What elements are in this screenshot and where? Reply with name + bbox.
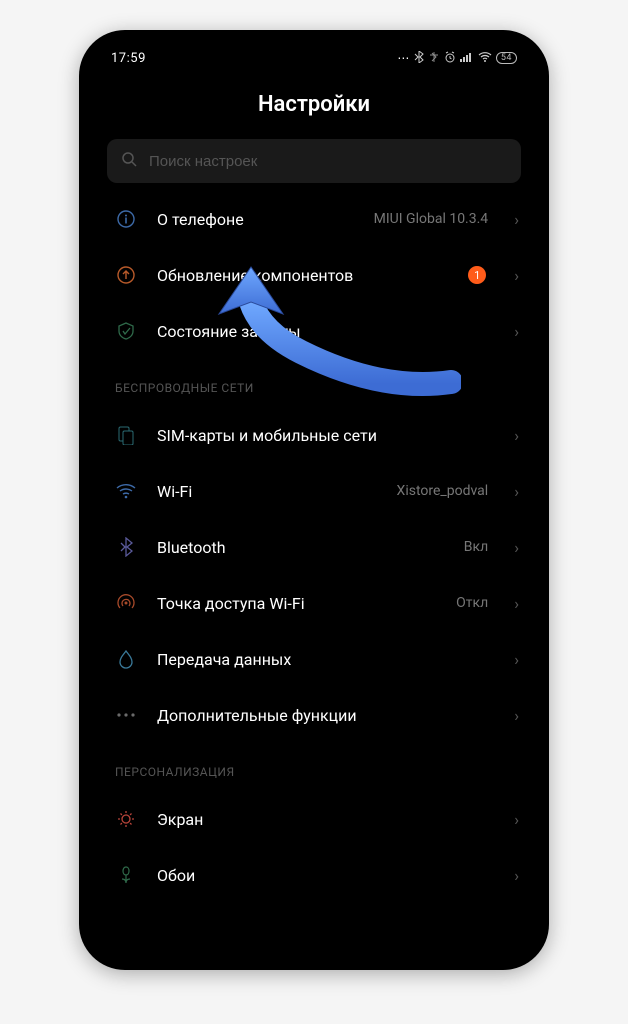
row-value: Xistore_podval [397,483,489,499]
more-icon: ⋯ [397,51,410,65]
row-label: SIM-карты и мобильные сети [157,426,494,445]
more-horizontal-icon [115,704,137,726]
row-label: Обновление компонентов [157,266,448,285]
row-label: Экран [157,810,494,829]
chevron-right-icon: › [514,810,519,829]
row-bluetooth[interactable]: Bluetooth Вкл › [91,519,537,575]
chevron-right-icon: › [514,426,519,445]
chevron-right-icon: › [514,266,519,285]
section-header-personalization: ПЕРСОНАЛИЗАЦИЯ [91,743,537,791]
row-display[interactable]: Экран › [91,791,537,847]
update-icon [115,264,137,286]
chevron-right-icon: › [514,210,519,229]
row-label: Точка доступа Wi-Fi [157,594,436,613]
row-hotspot[interactable]: Точка доступа Wi-Fi Откл › [91,575,537,631]
signal-icon [460,51,474,65]
hotspot-icon [115,592,137,614]
update-badge: 1 [468,266,486,284]
phone-frame: 17:59 ⋯ 54 [79,30,549,970]
search-input[interactable] [149,153,507,170]
info-icon [115,208,137,230]
status-time: 17:59 [111,51,146,66]
row-value: Вкл [464,539,488,555]
chevron-right-icon: › [514,322,519,341]
droplet-icon [115,648,137,670]
section-header-wireless: БЕСПРОВОДНЫЕ СЕТИ [91,359,537,407]
row-wifi[interactable]: Wi-Fi Xistore_podval › [91,463,537,519]
search-box[interactable] [107,139,521,183]
search-icon [121,151,137,171]
chevron-right-icon: › [514,538,519,557]
battery-indicator: 54 [496,52,517,64]
chevron-right-icon: › [514,866,519,885]
row-label: Дополнительные функции [157,706,494,725]
shield-icon [115,320,137,342]
wifi-icon [115,480,137,502]
status-bar: 17:59 ⋯ 54 [91,42,537,74]
bluetooth-icon [115,536,137,558]
row-label: Состояние защиты [157,322,494,341]
bluetooth-icon [414,51,424,66]
wifi-icon [478,51,492,65]
chevron-right-icon: › [514,594,519,613]
row-data-usage[interactable]: Передача данных › [91,631,537,687]
row-sim-cards[interactable]: SIM-карты и мобильные сети › [91,407,537,463]
row-wallpaper[interactable]: Обои › [91,847,537,903]
row-label: Передача данных [157,650,494,669]
row-label: Обои [157,866,494,885]
chevron-right-icon: › [514,650,519,669]
row-update-components[interactable]: Обновление компонентов 1 › [91,247,537,303]
chevron-right-icon: › [514,482,519,501]
status-icons: ⋯ 54 [397,51,517,66]
row-label: О телефоне [157,210,354,229]
page-title: Настройки [91,74,537,139]
vibrate-icon [428,51,440,66]
chevron-right-icon: › [514,706,519,725]
row-label: Bluetooth [157,538,444,557]
row-value: Откл [456,595,488,611]
flower-icon [115,864,137,886]
row-security-status[interactable]: Состояние защиты › [91,303,537,359]
row-about-phone[interactable]: О телефоне MIUI Global 10.3.4 › [91,191,537,247]
row-more-functions[interactable]: Дополнительные функции › [91,687,537,743]
screen: 17:59 ⋯ 54 [91,42,537,958]
row-value: MIUI Global 10.3.4 [374,211,489,227]
sim-icon [115,424,137,446]
row-label: Wi-Fi [157,482,377,501]
sun-icon [115,808,137,830]
alarm-icon [444,51,456,66]
